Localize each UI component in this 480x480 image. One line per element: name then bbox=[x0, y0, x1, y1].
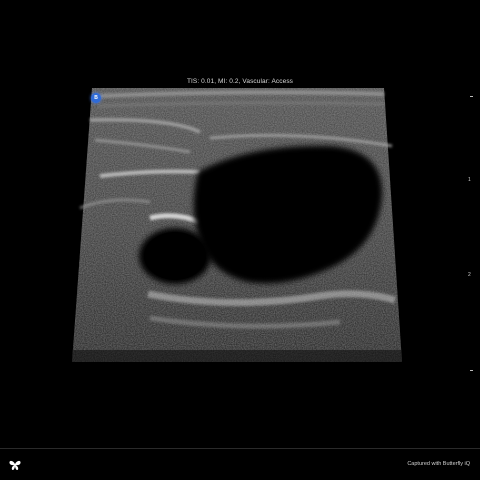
imaging-settings-text: TIS: 0.01, MI: 0.2, Vascular: Access bbox=[186, 78, 294, 85]
depth-tick bbox=[470, 370, 473, 371]
ultrasound-image bbox=[72, 88, 402, 362]
depth-label-2: 2 bbox=[468, 272, 471, 278]
orientation-marker-label: B bbox=[94, 94, 98, 101]
orientation-marker: B bbox=[91, 93, 101, 103]
footer-divider bbox=[0, 448, 480, 449]
capture-caption: Captured with Butterfly iQ bbox=[407, 461, 470, 467]
depth-tick bbox=[470, 96, 473, 97]
depth-label-1: 1 bbox=[468, 177, 471, 183]
butterfly-icon bbox=[9, 460, 21, 471]
